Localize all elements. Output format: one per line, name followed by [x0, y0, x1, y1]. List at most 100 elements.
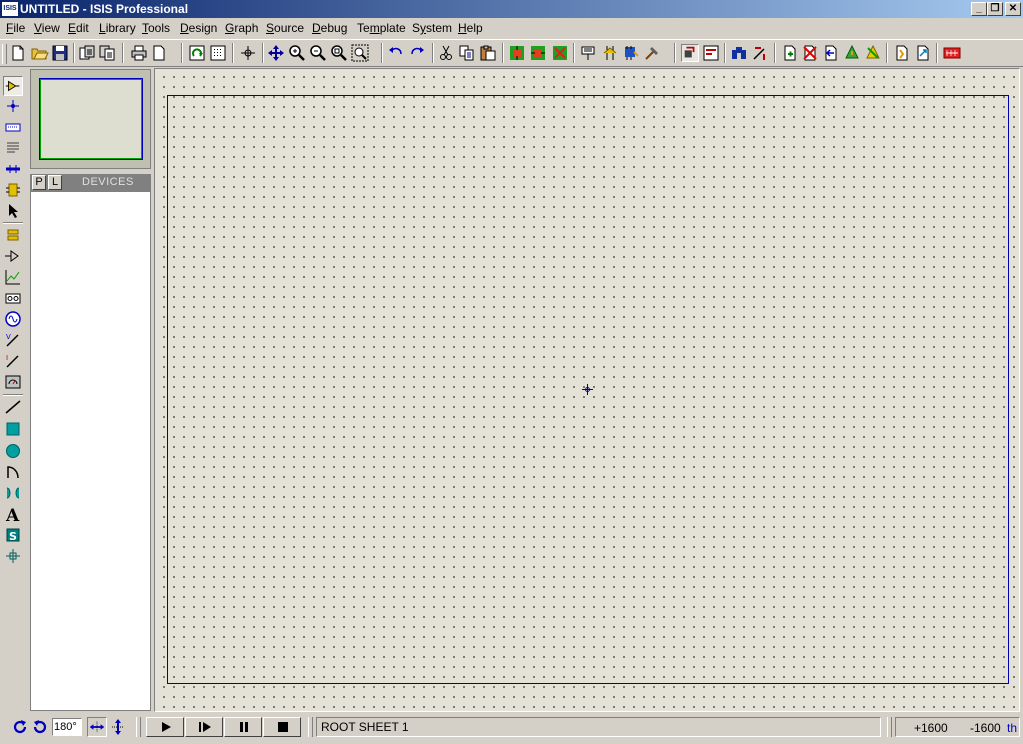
copy-icon[interactable] [458, 44, 476, 62]
rotate-clockwise-icon[interactable] [11, 718, 29, 736]
new-sheet-icon[interactable] [781, 44, 799, 62]
search-binoculars-icon[interactable] [730, 44, 748, 62]
exit-to-parent-icon[interactable] [822, 44, 840, 62]
pause-button[interactable] [224, 717, 262, 737]
rotate-anticlockwise-icon[interactable] [31, 718, 49, 736]
coordinate-display: +1600 -1600 th [895, 717, 1020, 737]
path-mode-icon[interactable] [3, 483, 23, 503]
zoom-all-icon[interactable] [330, 44, 348, 62]
text-mode-icon[interactable]: A [3, 504, 23, 524]
menu-view[interactable]: View [34, 21, 60, 35]
wire-label-mode-icon[interactable] [3, 117, 23, 137]
mirror-vertical-icon[interactable] [108, 717, 128, 737]
component-mode-icon[interactable] [3, 76, 23, 96]
packaging-tool-icon[interactable] [622, 44, 640, 62]
print-icon[interactable] [130, 44, 148, 62]
arc-mode-icon[interactable] [3, 462, 23, 482]
menu-template[interactable]: Template [357, 21, 406, 35]
step-button[interactable] [185, 717, 223, 737]
menu-help[interactable]: Help [458, 21, 483, 35]
devices-list[interactable] [30, 191, 151, 711]
stop-button[interactable] [263, 717, 301, 737]
new-file-icon[interactable] [9, 44, 27, 62]
junction-dot-mode-icon[interactable] [3, 96, 23, 116]
menu-graph[interactable]: Graph [225, 21, 258, 35]
redraw-icon[interactable] [188, 44, 206, 62]
box-mode-icon[interactable] [3, 419, 23, 439]
line-mode-icon[interactable] [3, 397, 23, 417]
x-coordinate: +1600 [914, 721, 948, 735]
wire-autorouter-icon[interactable] [681, 44, 699, 62]
restore-button[interactable]: ❐ [987, 2, 1003, 16]
import-section-icon[interactable] [78, 44, 96, 62]
zoom-area-icon[interactable] [351, 44, 369, 62]
save-icon[interactable] [51, 44, 69, 62]
zoom-in-icon[interactable] [288, 44, 306, 62]
play-button[interactable] [146, 717, 184, 737]
block-delete-icon[interactable] [551, 44, 569, 62]
mirror-horizontal-icon[interactable] [87, 717, 107, 737]
grid-toggle-icon[interactable] [209, 44, 227, 62]
export-section-icon[interactable] [98, 44, 116, 62]
menu-library[interactable]: Library [99, 21, 136, 35]
menu-file[interactable]: File [6, 21, 25, 35]
svg-text:I: I [6, 354, 8, 362]
property-tool-icon[interactable] [751, 44, 769, 62]
rotation-angle-field[interactable]: 180° [52, 718, 82, 736]
search-tag-icon[interactable] [702, 44, 720, 62]
make-device-icon[interactable] [601, 44, 619, 62]
overview-window[interactable] [30, 69, 151, 169]
subcircuit-mode-icon[interactable] [3, 180, 23, 200]
svg-text:S: S [9, 530, 17, 543]
close-button[interactable]: ✕ [1005, 2, 1021, 16]
false-origin-icon[interactable] [239, 44, 257, 62]
menu-tools[interactable]: Tools [142, 21, 170, 35]
menu-debug[interactable]: Debug [312, 21, 347, 35]
terminals-mode-icon[interactable] [3, 225, 23, 245]
redo-icon[interactable] [408, 44, 426, 62]
editing-canvas[interactable] [154, 68, 1020, 712]
zoom-out-icon[interactable] [309, 44, 327, 62]
decompose-icon[interactable] [643, 44, 661, 62]
menu-source[interactable]: Source [266, 21, 304, 35]
menu-system[interactable]: System [412, 21, 452, 35]
bus-mode-icon[interactable] [3, 159, 23, 179]
open-folder-icon[interactable] [31, 44, 49, 62]
netlist-to-ares-icon[interactable] [893, 44, 911, 62]
library-manager-button[interactable]: L [48, 175, 62, 190]
cut-icon[interactable] [437, 44, 455, 62]
pan-icon[interactable] [267, 44, 285, 62]
bill-of-materials-icon[interactable] [843, 44, 861, 62]
tape-recorder-mode-icon[interactable] [3, 288, 23, 308]
export-netlist-icon[interactable] [914, 44, 932, 62]
remove-sheet-icon[interactable] [801, 44, 819, 62]
graph-mode-icon[interactable] [3, 267, 23, 287]
device-pins-mode-icon[interactable] [3, 246, 23, 266]
set-area-icon[interactable] [150, 44, 168, 62]
circle-mode-icon[interactable] [3, 441, 23, 461]
voltage-probe-mode-icon[interactable]: V [3, 330, 23, 350]
block-copy-icon[interactable] [508, 44, 526, 62]
symbol-mode-icon[interactable]: S [3, 525, 23, 545]
stop-icon [278, 722, 288, 732]
electrical-rules-check-icon[interactable] [864, 44, 882, 62]
pick-devices-button[interactable]: P [32, 175, 46, 190]
devices-header: P L DEVICES [30, 174, 151, 191]
ares-link-icon[interactable] [943, 44, 961, 62]
selection-mode-icon[interactable] [3, 201, 23, 221]
paste-icon[interactable] [479, 44, 497, 62]
current-probe-mode-icon[interactable]: I [3, 351, 23, 371]
menu-edit[interactable]: Edit [68, 21, 89, 35]
toolbar-grip[interactable] [2, 44, 7, 64]
coordinate-units: th [1007, 721, 1018, 735]
minimize-button[interactable]: _ [971, 2, 987, 16]
generator-mode-icon[interactable] [3, 309, 23, 329]
title-bar: ISIS UNTITLED - ISIS Professional _ ❐ ✕ [0, 0, 1023, 18]
pick-device-icon[interactable] [580, 44, 598, 62]
text-script-mode-icon[interactable] [3, 138, 23, 158]
menu-design[interactable]: Design [180, 21, 217, 35]
block-move-icon[interactable] [529, 44, 547, 62]
virtual-instruments-mode-icon[interactable] [3, 372, 23, 392]
undo-icon[interactable] [387, 44, 405, 62]
marker-mode-icon[interactable] [3, 546, 23, 566]
